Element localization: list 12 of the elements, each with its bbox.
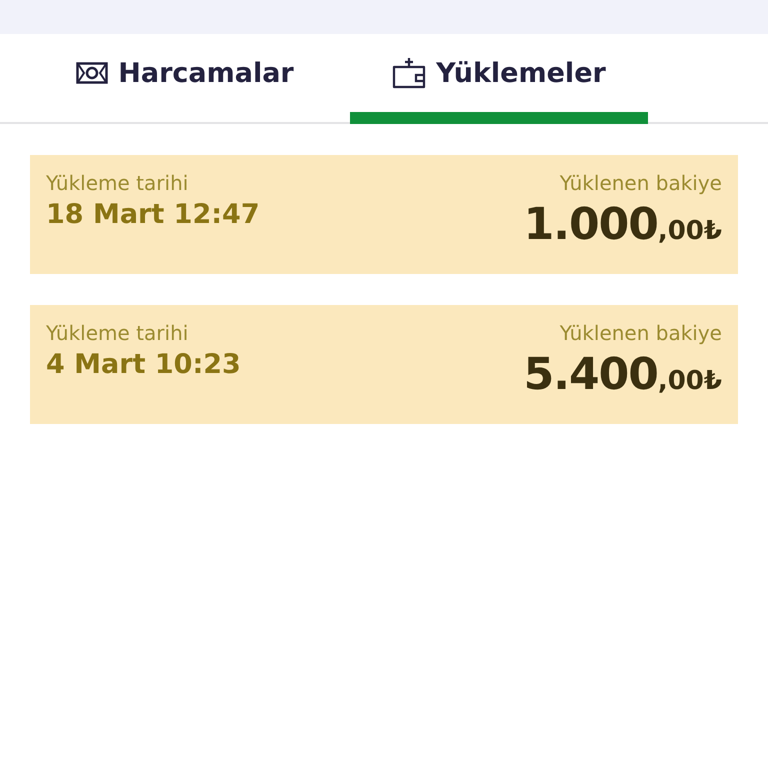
- amount-text: 1.000,00₺: [524, 199, 722, 250]
- tab[interactable]: Yüklemeler: [350, 34, 648, 124]
- date-text: 18 Mart 12:47: [46, 199, 260, 230]
- amount-text: 5.400,00₺: [524, 349, 722, 400]
- amount-label: Yüklenen bakiye: [560, 321, 722, 345]
- tab[interactable]: Harcamalar: [36, 34, 334, 124]
- date-label: Yükleme tarihi: [46, 321, 188, 345]
- date-label: Yükleme tarihi: [46, 171, 188, 195]
- wallet-icon: [392, 57, 426, 89]
- banknote-icon: [76, 62, 108, 84]
- date-text: 4 Mart 10:23: [46, 349, 241, 380]
- amount-label: Yüklenen bakiye: [560, 171, 722, 195]
